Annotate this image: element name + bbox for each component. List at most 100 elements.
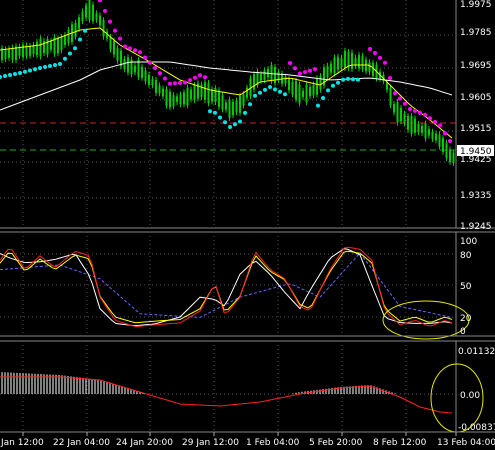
sar-dot: [356, 77, 360, 82]
candle-body: [169, 91, 171, 108]
sar-dot: [83, 28, 87, 33]
trading-chart[interactable]: 1.9975 1.9785 1.9695 1.9605 1.9515 1.942…: [0, 0, 495, 450]
sar-dot: [336, 80, 340, 85]
sar-dot: [28, 68, 32, 73]
candle-body: [417, 123, 420, 133]
candle-body: [403, 113, 406, 124]
candle-body: [372, 62, 374, 77]
candle-body: [109, 36, 112, 50]
candle-body: [442, 138, 444, 152]
candle-body: [239, 95, 241, 113]
candle-body: [330, 63, 332, 73]
sar-dot: [293, 66, 297, 71]
sar-dot: [268, 85, 272, 89]
price-label: 1.9515: [460, 124, 492, 134]
candle-body: [393, 103, 395, 113]
sar-dot: [218, 115, 222, 120]
sar-dot: [298, 71, 302, 76]
time-label: Jan 12:00: [0, 438, 44, 448]
candle-body: [319, 76, 322, 90]
sar-dot: [413, 108, 417, 113]
candle-body: [57, 38, 59, 54]
candle-body: [284, 76, 287, 84]
candle-body: [407, 116, 409, 130]
sar-dot: [43, 65, 47, 69]
sar-dot: [153, 66, 157, 70]
sar-dot: [128, 46, 132, 51]
sar-dot: [238, 119, 242, 124]
candle-body: [309, 86, 311, 97]
sar-dot: [378, 55, 382, 60]
candle-body: [214, 88, 217, 103]
sar-dot: [393, 91, 397, 96]
sar-dot: [316, 103, 320, 108]
macd-zero-label: 0.00: [460, 391, 480, 401]
sar-dot: [403, 101, 407, 106]
sar-dot: [303, 70, 307, 75]
sar-dot: [273, 87, 277, 92]
candle-body: [193, 85, 196, 100]
candle-body: [172, 95, 175, 107]
sar-dot: [33, 67, 37, 72]
candle-body: [445, 142, 448, 159]
sar-dot: [373, 51, 377, 55]
candle-body: [207, 82, 210, 104]
candle-body: [302, 90, 304, 97]
candle-body: [176, 96, 178, 103]
time-label: 29 Jan 12:00: [182, 438, 239, 448]
stoch-level-label: 20: [460, 314, 472, 324]
sar-dot: [418, 110, 422, 115]
sar-dot: [158, 71, 162, 76]
candle-body: [74, 22, 77, 37]
candle-body: [8, 48, 10, 58]
candle-body: [396, 101, 399, 123]
candle-body: [155, 79, 157, 93]
sar-dot: [308, 68, 312, 73]
candle-body: [102, 20, 105, 37]
sar-dot: [183, 80, 187, 85]
price-label: 1.9975: [460, 0, 492, 10]
candle-body: [95, 13, 98, 20]
stoch-level-label: 100: [460, 237, 477, 247]
current-price-label: 1.9450: [460, 147, 492, 157]
sar-dot: [448, 139, 452, 143]
sar-dot: [248, 102, 252, 107]
candle-body: [438, 134, 441, 147]
candle-body: [22, 44, 24, 58]
sar-dot: [233, 122, 237, 127]
sar-dot: [408, 107, 412, 111]
sar-dot: [13, 72, 17, 76]
time-label: 13 Feb 04:00: [437, 438, 495, 448]
candle-body: [67, 29, 70, 43]
candle-body: [36, 41, 38, 56]
candle-body: [29, 45, 31, 56]
candle-body: [165, 89, 168, 106]
candle-body: [64, 35, 66, 45]
sar-dot: [331, 83, 335, 88]
sar-dot: [368, 47, 372, 51]
sar-dot: [163, 76, 167, 81]
sar-dot: [73, 46, 77, 51]
stoch-level-label: 50: [460, 282, 472, 292]
candle-body: [123, 59, 126, 70]
candle-body: [288, 79, 290, 91]
time-label: 5 Feb 20:00: [309, 438, 363, 448]
candle-body: [295, 80, 297, 100]
candle-body: [127, 57, 129, 73]
sar-dot: [398, 96, 402, 101]
candle-body: [277, 72, 280, 80]
sar-dot: [133, 48, 137, 53]
sar-dot: [213, 110, 217, 115]
sar-dot: [351, 77, 355, 82]
candle-body: [291, 81, 294, 95]
sar-dot: [438, 123, 442, 128]
candle-body: [400, 107, 402, 122]
candle-body: [263, 70, 266, 80]
candle-body: [242, 94, 245, 106]
candle-body: [99, 15, 101, 26]
candle-body: [228, 99, 231, 118]
sar-dot: [143, 55, 147, 60]
sar-dot: [118, 36, 122, 41]
candle-body: [386, 82, 388, 90]
candle-body: [410, 116, 413, 134]
